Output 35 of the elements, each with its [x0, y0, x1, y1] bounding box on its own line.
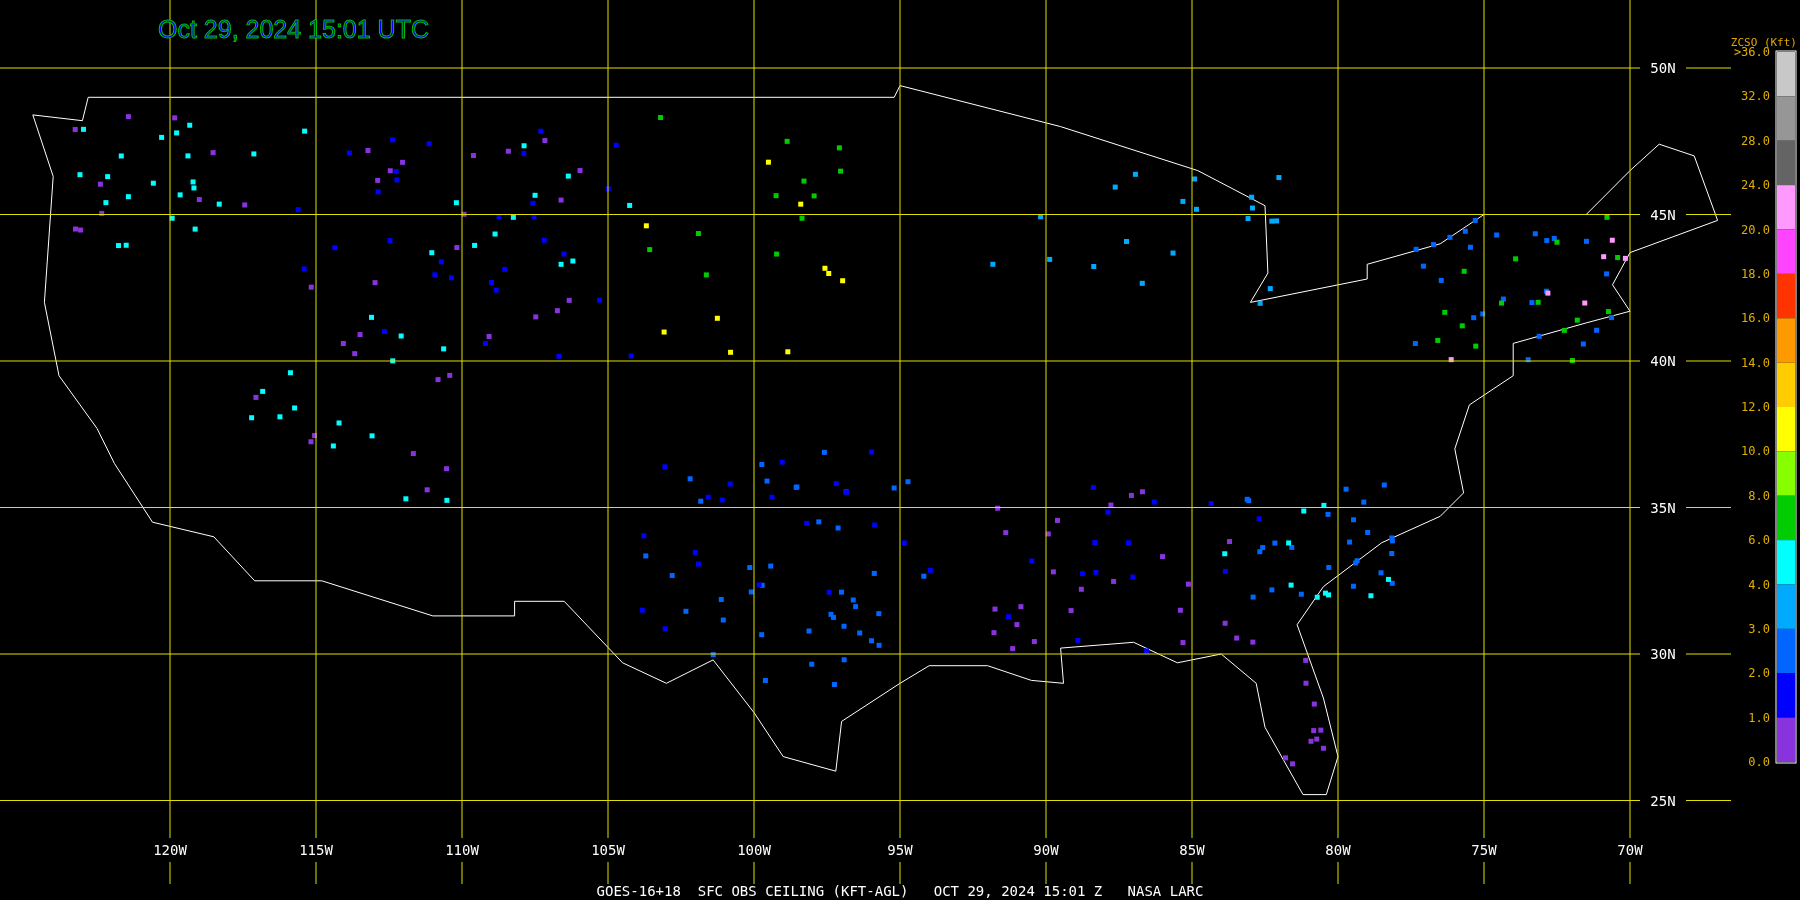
longitude-label: 115W: [299, 842, 333, 858]
legend-value: 10.0: [1741, 444, 1770, 459]
legend-value: 4.0: [1748, 577, 1770, 592]
longitude-label: 105W: [591, 842, 625, 858]
longitude-label: 95W: [887, 842, 913, 858]
legend-value: 3.0: [1748, 621, 1770, 636]
latitude-label: 35N: [1650, 499, 1676, 516]
longitude-label: 75W: [1471, 842, 1497, 858]
latitude-label: 40N: [1650, 353, 1676, 369]
latitude-label: 45N: [1650, 206, 1676, 223]
longitude-label: 110W: [445, 842, 479, 858]
legend-value: 28.0: [1741, 133, 1770, 148]
latitude-label: 25N: [1650, 792, 1676, 809]
longitude-label: 90W: [1033, 842, 1059, 858]
longitude-label: 120W: [153, 842, 187, 858]
legend-value: 24.0: [1741, 178, 1770, 193]
legend-value: 2.0: [1748, 666, 1770, 681]
legend-value: 6.0: [1748, 533, 1770, 548]
latitude-label: 30N: [1650, 646, 1676, 662]
legend-value: 8.0: [1748, 488, 1770, 503]
legend-value: >36.0: [1733, 45, 1770, 59]
legend-value: 1.0: [1748, 710, 1770, 725]
longitude-label: 70W: [1617, 842, 1643, 858]
legend-value: 32.0: [1741, 89, 1770, 104]
footer-caption: GOES-16+18 SFC OBS CEILING (KFT-AGL) OCT 29, 2024 15:01 Z NASA LARC: [596, 883, 1204, 899]
legend-value: 12.0: [1741, 400, 1770, 414]
legend-value: 18.0: [1741, 266, 1770, 281]
legend-value: 14.0: [1741, 355, 1770, 370]
longitude-label: 85W: [1179, 842, 1205, 858]
longitude-label: 100W: [737, 842, 771, 858]
legend-value: 0.0: [1748, 755, 1770, 769]
legend-value: 16.0: [1741, 311, 1770, 326]
legend-value: 20.0: [1741, 222, 1770, 237]
longitude-label: 80W: [1325, 842, 1351, 858]
latitude-label: 50N: [1650, 60, 1676, 76]
